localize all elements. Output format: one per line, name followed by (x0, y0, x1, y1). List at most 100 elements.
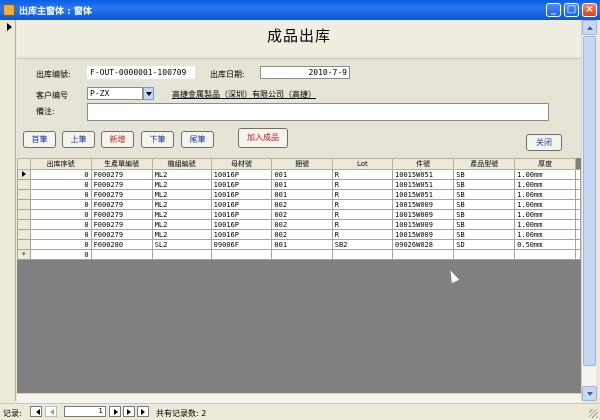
grid-cell-model[interactable]: SB (453, 219, 516, 230)
grid-cell-mat[interactable]: 10016P (210, 189, 273, 200)
grid-cell-model[interactable]: SB (453, 229, 516, 240)
grid-cell-model[interactable]: SB (453, 179, 516, 190)
grid-cell-order[interactable]: F000279 (90, 199, 153, 210)
grid-cell-bundle[interactable]: 002 (271, 199, 333, 210)
grid-cell-mat[interactable]: 10016P (210, 169, 273, 180)
form-record-selector[interactable] (3, 20, 16, 401)
customer-no-combo[interactable]: P-ZX (87, 87, 143, 100)
grid-cell-thick[interactable]: 1.00mm (514, 189, 576, 200)
minimize-button[interactable]: _ (546, 3, 561, 17)
grid-cell-thick[interactable]: 1.00mm (514, 169, 576, 180)
nav-first-button[interactable] (30, 406, 42, 417)
grid-cell-part[interactable]: 10015W009 (392, 219, 455, 230)
grid-cell-thick[interactable]: 0.50mm (514, 239, 576, 250)
grid-cell-seq[interactable]: 0 (29, 239, 92, 250)
select-all-cell[interactable] (17, 158, 31, 170)
resize-grip-icon[interactable] (589, 409, 598, 418)
table-row[interactable]: 0 F000280 SL2 09006F 001 SB2 09026W028 SD 0.50mm (17, 239, 581, 250)
grid-cell-empty[interactable] (453, 249, 516, 260)
row-selector[interactable] (17, 209, 31, 220)
close-window-button[interactable]: × (582, 3, 597, 17)
grid-cell-lot[interactable]: R (331, 199, 394, 210)
first-record-button[interactable]: 首筆 (23, 131, 56, 148)
table-row[interactable]: 0 F000279 ML2 10016P 001 R 10015W051 SB 1.00mm (17, 179, 581, 190)
grid-cell-bundle[interactable]: 002 (271, 219, 333, 230)
grid-cell-lot[interactable]: SB2 (331, 239, 394, 250)
table-row[interactable]: 0 F000279 ML2 10016P 002 R 10015W009 SB 1.00mm (17, 229, 581, 240)
grid-cell-seq[interactable]: 0 (29, 229, 92, 240)
grid-cell-part[interactable]: 10015W051 (392, 189, 455, 200)
grid-cell-lot[interactable]: R (331, 209, 394, 220)
grid-cell-part[interactable]: 10015W051 (392, 169, 455, 180)
outbound-date-field[interactable]: 2010-7-9 (260, 66, 350, 79)
grid-cell-empty[interactable] (210, 249, 273, 260)
grid-cell-bundle[interactable]: 001 (271, 189, 333, 200)
grid-cell-unit[interactable]: ML2 (151, 229, 212, 240)
grid-cell-empty[interactable] (392, 249, 455, 260)
grid-cell-order[interactable]: F000279 (90, 179, 153, 190)
grid-cell-seq[interactable]: 0 (29, 199, 92, 210)
chevron-down-icon[interactable] (143, 87, 154, 100)
table-row[interactable]: 0 F000279 ML2 10016P 002 R 10015W009 SB 1.00mm (17, 209, 581, 220)
grid-cell-unit[interactable]: ML2 (151, 219, 212, 230)
table-row[interactable]: 0 F000279 ML2 10016P 001 R 10015W051 SB 1.00mm (17, 169, 581, 180)
current-record-field[interactable]: 1 (64, 406, 106, 417)
row-selector[interactable] (17, 219, 31, 230)
outbound-no-field[interactable]: F-OUT-0000001-100709 (87, 66, 195, 79)
grid-cell-seq[interactable]: 0 (29, 219, 92, 230)
grid-cell-lot[interactable]: R (331, 169, 394, 180)
grid-cell-order[interactable]: F000279 (90, 229, 153, 240)
scroll-up-button[interactable] (582, 20, 597, 35)
grid-cell-bundle[interactable]: 002 (271, 229, 333, 240)
horizontal-scrollbar[interactable] (17, 393, 581, 403)
last-record-button[interactable]: 尾筆 (181, 131, 214, 148)
vertical-scrollbar[interactable] (581, 20, 597, 401)
grid-cell-unit[interactable]: SL2 (151, 239, 212, 250)
grid-cell-thick[interactable]: 1.00mm (514, 229, 576, 240)
grid-cell-bundle[interactable]: 002 (271, 209, 333, 220)
row-selector[interactable] (17, 179, 31, 190)
grid-cell-empty[interactable] (514, 249, 576, 260)
column-header[interactable]: 捆號 (271, 158, 333, 170)
next-record-button[interactable]: 下筆 (141, 131, 174, 148)
grid-cell-part[interactable]: 10015W051 (392, 179, 455, 190)
row-selector[interactable] (17, 199, 31, 210)
column-header[interactable]: 機組編號 (151, 158, 212, 170)
grid-cell-unit[interactable]: ML2 (151, 179, 212, 190)
column-header[interactable]: 生產單編號 (90, 158, 153, 170)
grid-cell-mat[interactable]: 10016P (210, 229, 273, 240)
table-row[interactable]: 0 F000279 ML2 10016P 002 R 10015W009 SB 1.00mm (17, 219, 581, 230)
column-header[interactable]: 出库序號 (29, 158, 92, 170)
column-header[interactable]: Lot (331, 158, 394, 170)
new-record-icon[interactable]: * (17, 249, 31, 260)
grid-cell-order[interactable]: F000280 (90, 239, 153, 250)
row-selector[interactable] (17, 189, 31, 200)
grid-cell-empty[interactable] (151, 249, 212, 260)
grid-cell-empty[interactable] (575, 249, 581, 260)
grid-cell-mat[interactable]: 10016P (210, 219, 273, 230)
grid-cell-seq[interactable]: 0 (29, 179, 92, 190)
scroll-down-button[interactable] (582, 386, 597, 401)
nav-prev-button[interactable] (45, 406, 57, 417)
grid-cell-lot[interactable]: R (331, 219, 394, 230)
grid-cell-thick[interactable]: 1.00mm (514, 179, 576, 190)
grid-cell-unit[interactable]: ML2 (151, 199, 212, 210)
grid-cell-empty[interactable] (271, 249, 333, 260)
grid-cell-seq[interactable]: 0 (29, 209, 92, 220)
grid-cell-unit[interactable]: ML2 (151, 189, 212, 200)
grid-cell-mat[interactable]: 10016P (210, 199, 273, 210)
grid-cell-lot[interactable]: R (331, 189, 394, 200)
grid-cell-model[interactable]: SD (453, 239, 516, 250)
grid-cell-part[interactable]: 10015W009 (392, 199, 455, 210)
grid-cell-lot[interactable]: R (331, 229, 394, 240)
remark-field[interactable] (87, 103, 549, 121)
grid-cell-order[interactable]: F000279 (90, 209, 153, 220)
grid-cell-empty[interactable] (331, 249, 394, 260)
column-header[interactable]: 母材號 (210, 158, 273, 170)
grid-cell-thick[interactable]: 1.00mm (514, 199, 576, 210)
grid-cell-unit[interactable]: ML2 (151, 209, 212, 220)
grid-cell-part[interactable]: 10015W009 (392, 229, 455, 240)
row-selector[interactable] (17, 169, 31, 180)
grid-cell-bundle[interactable]: 001 (271, 239, 333, 250)
add-product-button[interactable]: 加入成品 (238, 128, 288, 148)
